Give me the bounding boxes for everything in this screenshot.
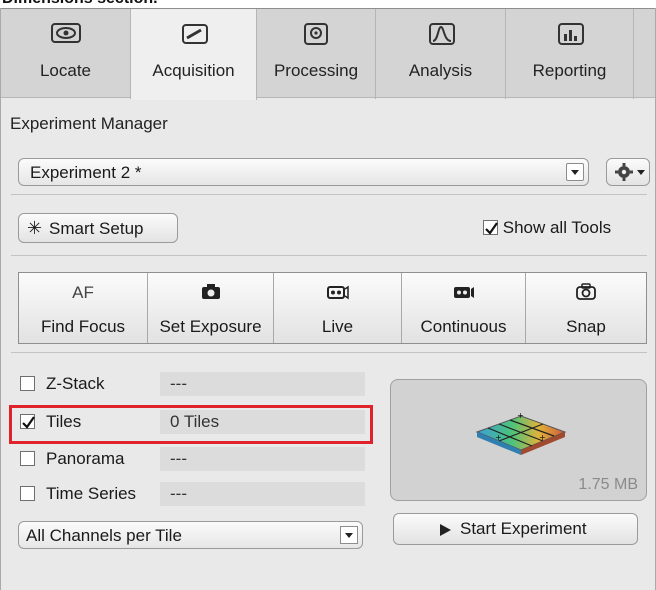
experiment-select-value: Experiment 2 * xyxy=(30,163,142,182)
checkbox-unchecked-icon[interactable] xyxy=(20,486,35,501)
clipped-caption-text: Dimensions section. xyxy=(2,0,158,8)
svg-text:+: + xyxy=(495,433,502,442)
tiles-highlight-box xyxy=(9,405,373,444)
find-focus-label: Find Focus xyxy=(40,317,126,336)
acquisition-panel: Locate Acquisition Processing Analysis R… xyxy=(0,8,656,590)
gear-processing-icon xyxy=(299,21,333,54)
snap-camera-icon xyxy=(575,283,597,306)
time-series-option[interactable]: Time Series xyxy=(20,482,160,506)
svg-text:+: + xyxy=(517,411,524,420)
svg-text:+: + xyxy=(539,433,546,442)
continuous-label: Continuous xyxy=(420,317,507,336)
live-button[interactable]: Live xyxy=(274,273,402,343)
tab-bar: Locate Acquisition Processing Analysis R… xyxy=(1,8,655,100)
checkbox-checked-icon[interactable] xyxy=(483,220,498,235)
z-stack-label: Z-Stack xyxy=(46,374,105,393)
continuous-button[interactable]: Continuous xyxy=(402,273,526,343)
live-camera-icon xyxy=(326,283,350,306)
asterisk-icon: ✳ xyxy=(27,218,43,238)
set-exposure-label: Set Exposure xyxy=(159,317,262,336)
af-icon: AF xyxy=(72,283,94,302)
live-label: Live xyxy=(321,317,354,336)
camera-icon xyxy=(200,283,222,306)
tab-reporting[interactable]: Reporting xyxy=(506,9,634,99)
chart-icon xyxy=(553,21,587,54)
tile-preview: + + + 1.75 MB xyxy=(390,379,647,501)
tab-label: Processing xyxy=(273,61,359,80)
clipped-caption: Dimensions section. xyxy=(0,0,656,8)
chevron-down-icon xyxy=(636,165,646,183)
snap-button[interactable]: Snap xyxy=(526,273,646,343)
tab-label: Reporting xyxy=(532,61,607,80)
tab-label: Acquisition xyxy=(152,61,235,80)
tab-processing[interactable]: Processing xyxy=(257,9,376,99)
curve-icon xyxy=(424,21,458,54)
tab-label: Locate xyxy=(39,61,92,80)
experiment-options-button[interactable] xyxy=(606,158,650,186)
checkbox-unchecked-icon[interactable] xyxy=(20,451,35,466)
checkbox-unchecked-icon[interactable] xyxy=(20,376,35,391)
panorama-value: --- xyxy=(160,447,365,471)
panorama-label: Panorama xyxy=(46,449,125,468)
panorama-value-text: --- xyxy=(170,449,187,468)
z-stack-value: --- xyxy=(160,372,365,396)
experiment-manager-label: Experiment Manager xyxy=(10,114,168,133)
tab-acquisition[interactable]: Acquisition xyxy=(131,9,257,100)
smart-setup-label: Smart Setup xyxy=(49,219,144,238)
z-stack-option[interactable]: Z-Stack xyxy=(20,372,150,396)
preview-size: 1.75 MB xyxy=(578,476,638,493)
show-all-tools-label: Show all Tools xyxy=(502,218,612,237)
start-experiment-button[interactable]: Start Experiment xyxy=(393,513,638,545)
channel-mode-value: All Channels per Tile xyxy=(26,526,182,545)
microscope-icon xyxy=(177,21,211,54)
channel-mode-select[interactable]: All Channels per Tile xyxy=(18,521,363,549)
time-series-value: --- xyxy=(160,482,365,506)
video-camera-icon xyxy=(452,283,476,306)
divider xyxy=(11,352,647,353)
experiment-select[interactable]: Experiment 2 * xyxy=(18,158,589,186)
eye-icon xyxy=(49,21,83,54)
snap-label: Snap xyxy=(566,317,606,336)
set-exposure-button[interactable]: Set Exposure xyxy=(148,273,274,343)
tab-analysis[interactable]: Analysis xyxy=(376,9,506,99)
find-focus-button[interactable]: AF Find Focus xyxy=(19,273,148,343)
chevron-down-icon[interactable] xyxy=(340,526,358,544)
divider xyxy=(11,194,647,195)
time-series-value-text: --- xyxy=(170,484,187,503)
gear-icon xyxy=(614,162,634,187)
tile-grid-icon: + + + xyxy=(473,410,569,467)
tab-label: Analysis xyxy=(408,61,473,80)
acquisition-action-bar: AF Find Focus Set Exposure Live Continuo… xyxy=(18,272,647,344)
panorama-option[interactable]: Panorama xyxy=(20,447,150,471)
chevron-down-icon[interactable] xyxy=(566,163,584,181)
divider xyxy=(11,255,647,256)
start-experiment-label: Start Experiment xyxy=(460,519,587,538)
time-series-label: Time Series xyxy=(46,484,137,503)
z-stack-value-text: --- xyxy=(170,374,187,393)
tab-locate[interactable]: Locate xyxy=(1,9,131,99)
play-icon xyxy=(438,522,452,542)
show-all-tools-checkbox[interactable]: Show all Tools xyxy=(483,218,611,238)
smart-setup-button[interactable]: ✳ Smart Setup xyxy=(18,213,178,243)
